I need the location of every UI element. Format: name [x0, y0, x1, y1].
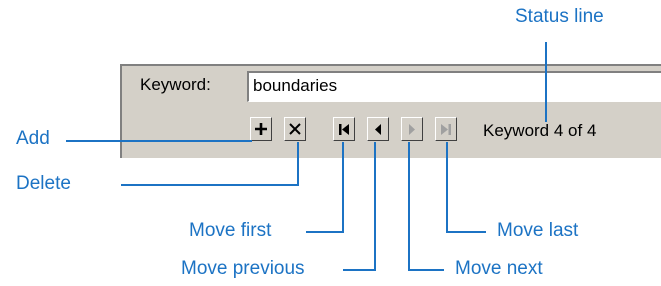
move-last-callout: Move last — [497, 220, 579, 241]
move-next-leader — [408, 142, 444, 271]
delete-callout: Delete — [16, 173, 71, 194]
status-line-callout: Status line — [515, 6, 604, 27]
move-next-callout: Move next — [455, 258, 543, 279]
move-previous-callout: Move previous — [181, 258, 305, 279]
delete-leader — [121, 142, 299, 186]
add-callout: Add — [16, 128, 50, 149]
move-first-leader — [306, 142, 344, 233]
callout-lines — [66, 42, 547, 271]
move-last-leader — [446, 142, 486, 233]
move-first-callout: Move first — [189, 220, 272, 241]
move-previous-leader — [343, 142, 376, 271]
